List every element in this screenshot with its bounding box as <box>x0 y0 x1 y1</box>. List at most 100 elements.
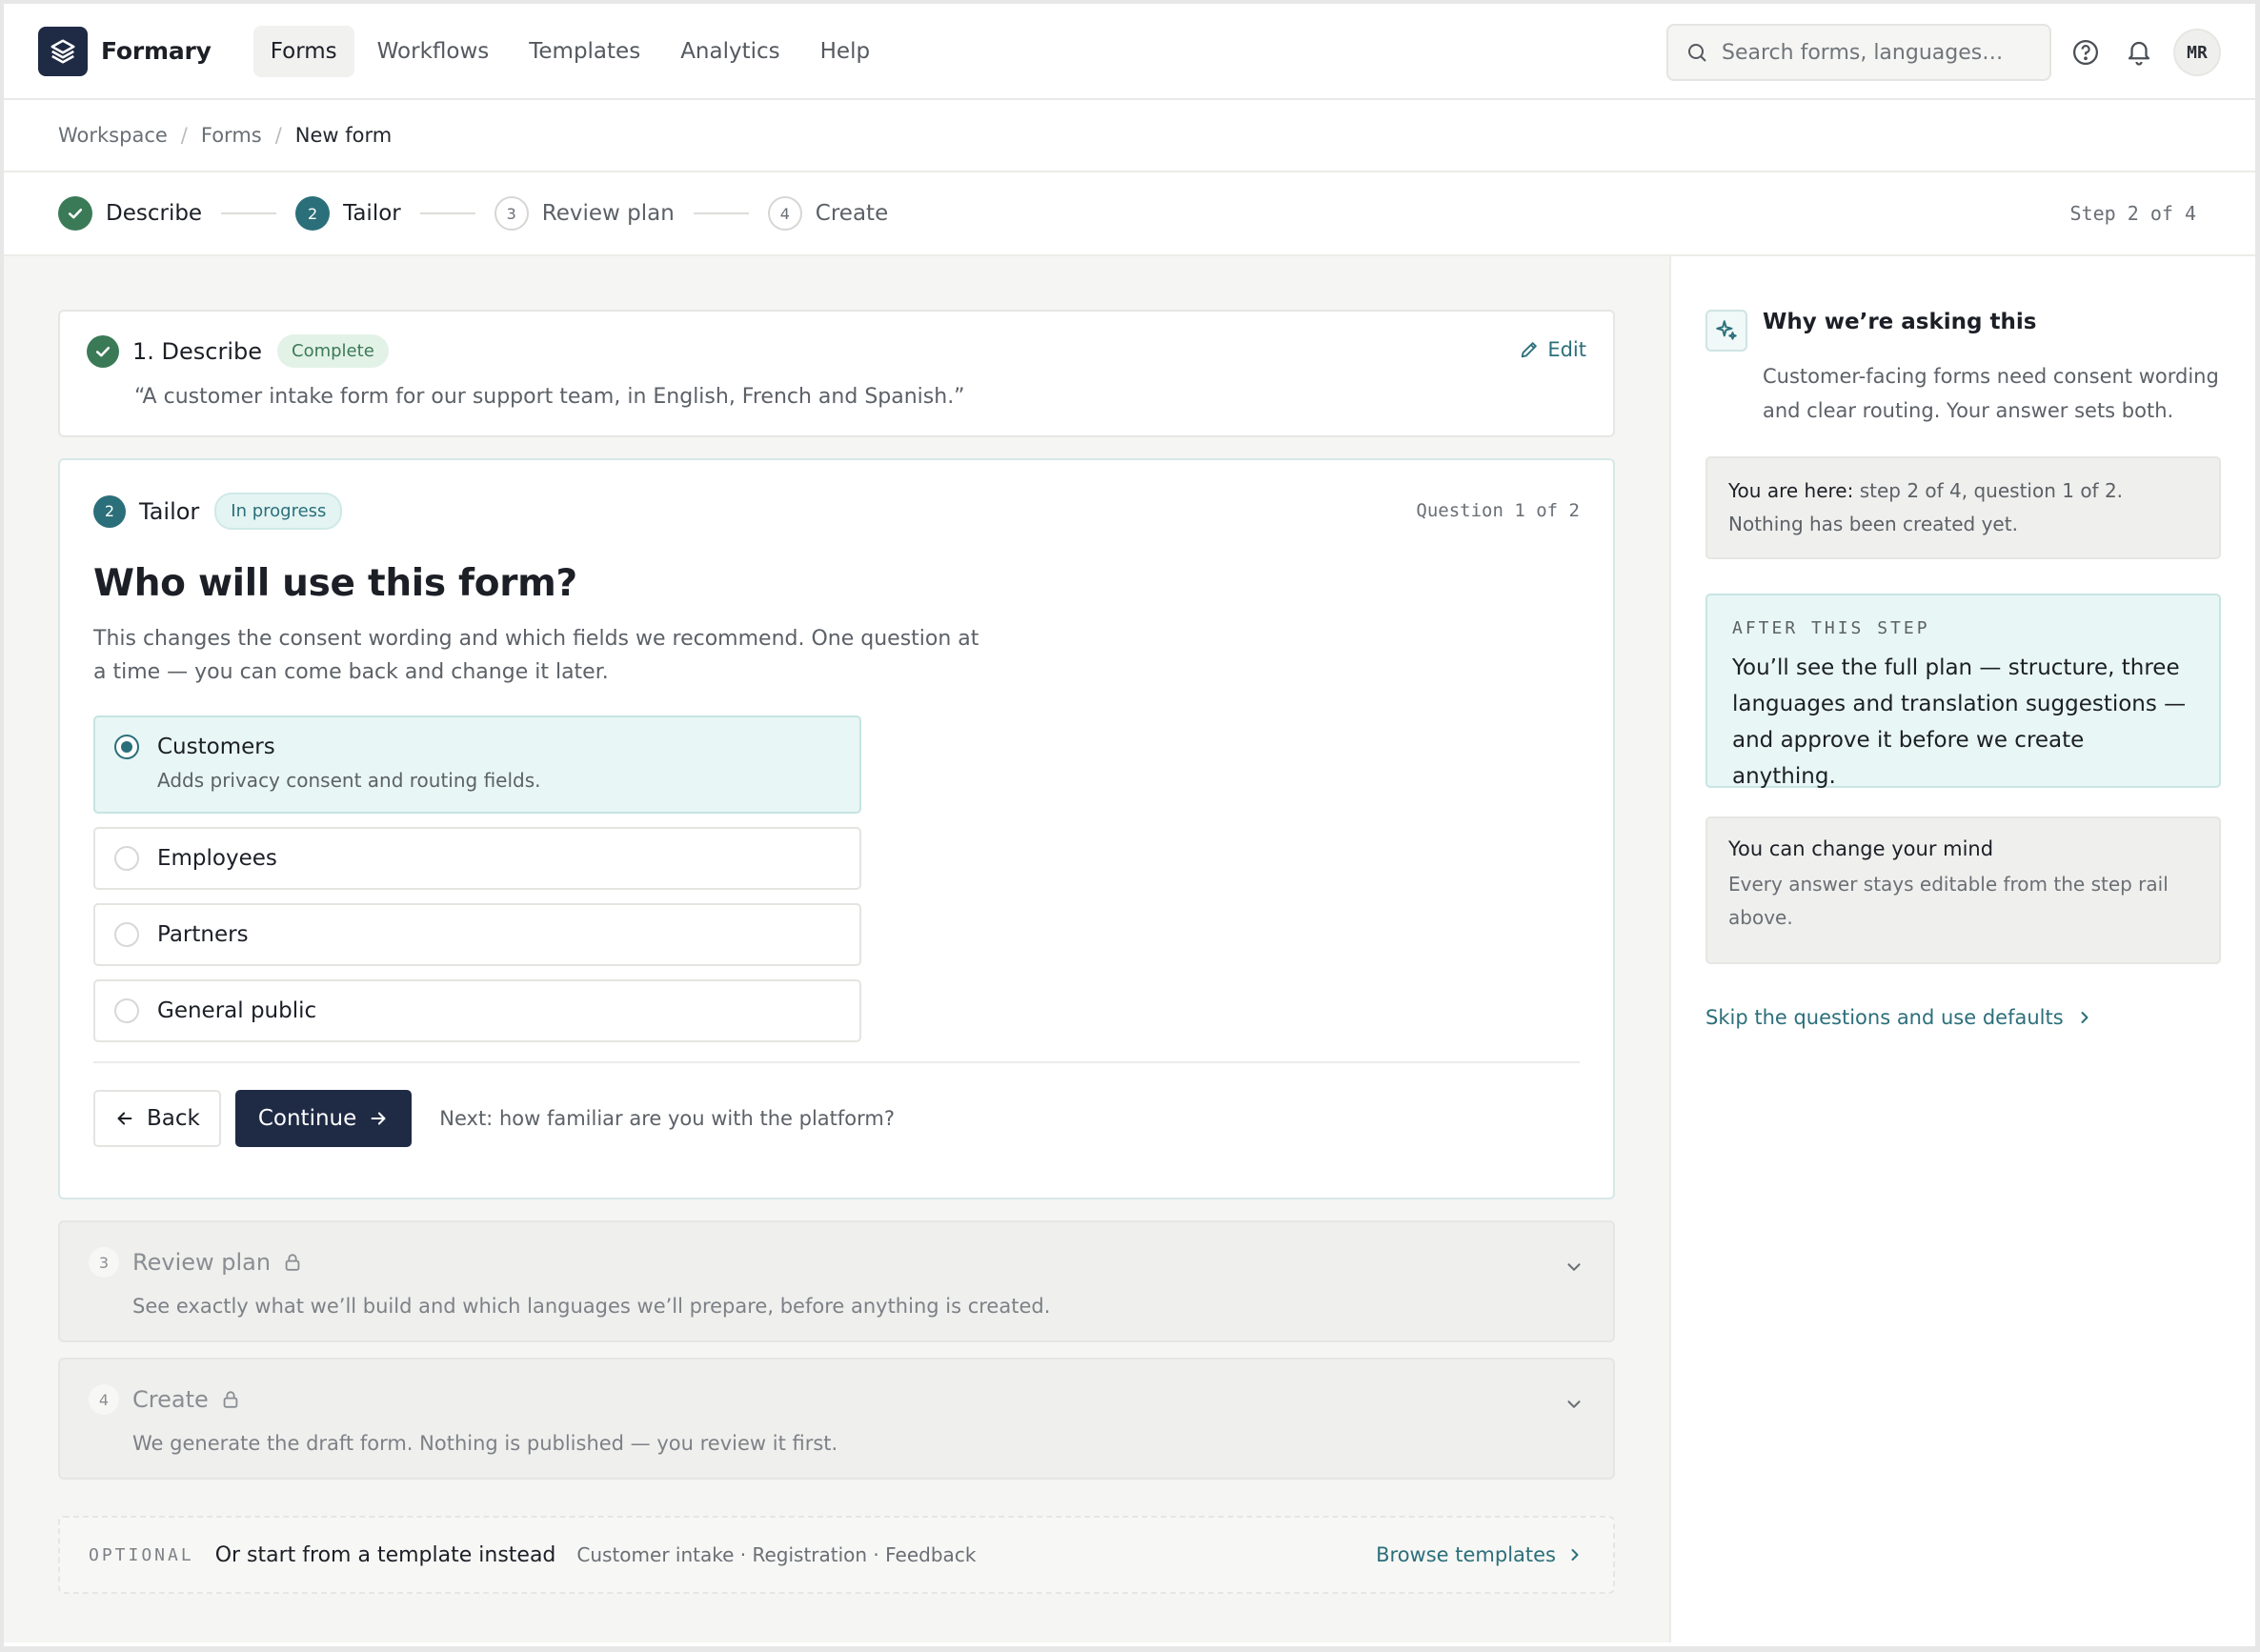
step-tailor[interactable]: 2 Tailor <box>295 196 401 231</box>
option-general-public[interactable]: General public <box>93 979 861 1042</box>
question-count: Question 1 of 2 <box>1416 500 1580 521</box>
step-number: 4 <box>89 1384 119 1415</box>
edit-label: Edit <box>1547 338 1586 361</box>
divider <box>93 1061 1580 1063</box>
step-connector <box>419 212 475 214</box>
skip-label: Skip the questions and use defaults <box>1705 1006 2064 1029</box>
breadcrumb-current: New form <box>294 124 393 147</box>
locked-title: Create <box>132 1386 209 1413</box>
main-column: 1. Describe Complete Edit “A customer in… <box>4 256 1669 1642</box>
after-step-callout: AFTER THIS STEP You’ll see the full plan… <box>1705 594 2221 789</box>
step-label: Review plan <box>541 201 675 226</box>
tailor-title: Tailor <box>139 497 200 525</box>
browse-label: Browse templates <box>1376 1543 1556 1566</box>
review-plan-card[interactable]: 3 Review plan See exactly what we’ll bui… <box>58 1220 1615 1342</box>
continue-button[interactable]: Continue <box>234 1090 413 1147</box>
create-card[interactable]: 4 Create We generate the draft form. Not… <box>58 1358 1615 1480</box>
locked-description: We generate the draft form. Nothing is p… <box>132 1432 838 1455</box>
step-label: Describe <box>106 201 203 226</box>
nav-workflows[interactable]: Workflows <box>360 26 507 77</box>
arrow-left-icon <box>117 1112 132 1125</box>
chevron-down-icon[interactable] <box>1564 1257 1584 1278</box>
mind-body: Every answer stays editable from the ste… <box>1728 873 2169 929</box>
mind-title: You can change your mind <box>1728 837 1994 860</box>
why-body: Customer-facing forms need consent wordi… <box>1763 365 2219 422</box>
option-partners[interactable]: Partners <box>93 903 861 966</box>
nav-forms[interactable]: Forms <box>252 25 354 77</box>
step-label: Create <box>815 201 889 226</box>
locked-description: See exactly what we’ll build and which l… <box>132 1295 1051 1318</box>
step-connector <box>693 212 749 214</box>
avatar[interactable]: MR <box>2173 29 2221 76</box>
audience-options: Customers Adds privacy consent and routi… <box>93 715 861 1042</box>
describe-title: 1. Describe <box>132 337 263 365</box>
edit-button[interactable]: Edit <box>1519 338 1586 361</box>
status-badge: Complete <box>277 334 389 368</box>
check-icon <box>58 196 92 231</box>
option-employees[interactable]: Employees <box>93 827 861 890</box>
step-label: Tailor <box>343 201 401 226</box>
step-number: 3 <box>494 196 529 231</box>
chevron-right-icon <box>1571 1549 1579 1561</box>
browse-templates-link[interactable]: Browse templates <box>1376 1543 1584 1566</box>
question-title: Who will use this form? <box>93 562 577 605</box>
chevron-right-icon <box>2081 1012 2088 1023</box>
breadcrumb-separator: / <box>180 124 188 147</box>
bell-icon[interactable] <box>2120 33 2158 71</box>
logo-icon[interactable] <box>38 26 88 76</box>
app-name: Formary <box>101 37 212 65</box>
option-customers[interactable]: Customers Adds privacy consent and routi… <box>93 715 861 814</box>
breadcrumb-forms[interactable]: Forms <box>201 124 262 147</box>
chevron-down-icon[interactable] <box>1564 1394 1584 1415</box>
nav-templates[interactable]: Templates <box>512 26 657 77</box>
step-count: Step 2 of 4 <box>2069 202 2196 225</box>
breadcrumb-workspace[interactable]: Workspace <box>58 124 168 147</box>
breadcrumb: Workspace / Forms / New form <box>4 100 2255 172</box>
tailor-card: 2 Tailor In progress Question 1 of 2 Who… <box>58 458 1615 1199</box>
change-mind-note: You can change your mind Every answer st… <box>1705 816 2221 964</box>
next-hint: Next: how familiar are you with the plat… <box>439 1107 895 1130</box>
option-label: General public <box>157 998 317 1023</box>
template-list: Customer intake · Registration · Feedbac… <box>576 1543 977 1566</box>
search-input[interactable]: Search forms, languages… <box>1666 24 2051 81</box>
here-label: You are here: <box>1728 479 1854 502</box>
pencil-icon <box>1522 342 1538 358</box>
locked-title: Review plan <box>132 1249 272 1276</box>
radio[interactable] <box>114 846 139 871</box>
check-icon <box>87 334 119 368</box>
step-describe[interactable]: Describe <box>58 196 202 231</box>
nav-help[interactable]: Help <box>803 26 887 77</box>
search-placeholder: Search forms, languages… <box>1722 40 2004 65</box>
question-description: This changes the consent wording and whi… <box>93 627 979 684</box>
radio-selected[interactable] <box>114 735 139 759</box>
back-button[interactable]: Back <box>93 1090 221 1147</box>
app-window: Formary Forms Workflows Templates Analyt… <box>4 4 2255 1646</box>
nav-analytics[interactable]: Analytics <box>663 26 797 77</box>
optional-tag: OPTIONAL <box>89 1544 194 1565</box>
describe-card: 1. Describe Complete Edit “A customer in… <box>58 310 1615 437</box>
breadcrumb-separator: / <box>274 124 282 147</box>
skip-questions-link[interactable]: Skip the questions and use defaults <box>1705 1006 2221 1029</box>
describe-quote: “A customer intake form for our support … <box>134 385 965 409</box>
step-rail: Describe 2 Tailor 3 Review plan 4 Create… <box>4 172 2255 256</box>
search-icon <box>1688 44 1706 62</box>
radio[interactable] <box>114 998 139 1023</box>
nav-utilities: Search forms, languages… MR <box>1666 24 2221 81</box>
option-label: Partners <box>157 922 249 947</box>
step-number: 2 <box>295 196 331 231</box>
continue-label: Continue <box>257 1106 357 1131</box>
form-actions: Back Continue Next: how familiar are you… <box>93 1090 1580 1147</box>
step-number: 3 <box>89 1247 119 1278</box>
back-label: Back <box>147 1106 200 1131</box>
help-sidebar: Why we’re asking this Customer-facing fo… <box>1669 256 2255 1642</box>
step-create[interactable]: 4 Create <box>767 196 889 231</box>
help-icon[interactable] <box>2067 33 2105 71</box>
why-section: Why we’re asking this <box>1705 310 2221 352</box>
radio[interactable] <box>114 922 139 947</box>
step-review-plan[interactable]: 3 Review plan <box>494 196 675 231</box>
step-number: 2 <box>93 494 126 528</box>
step-connector <box>221 212 277 214</box>
option-label: Employees <box>157 846 277 871</box>
main-nav: Forms Workflows Templates Analytics Help <box>252 25 887 77</box>
template-suggestion: OPTIONAL Or start from a template instea… <box>58 1516 1615 1594</box>
